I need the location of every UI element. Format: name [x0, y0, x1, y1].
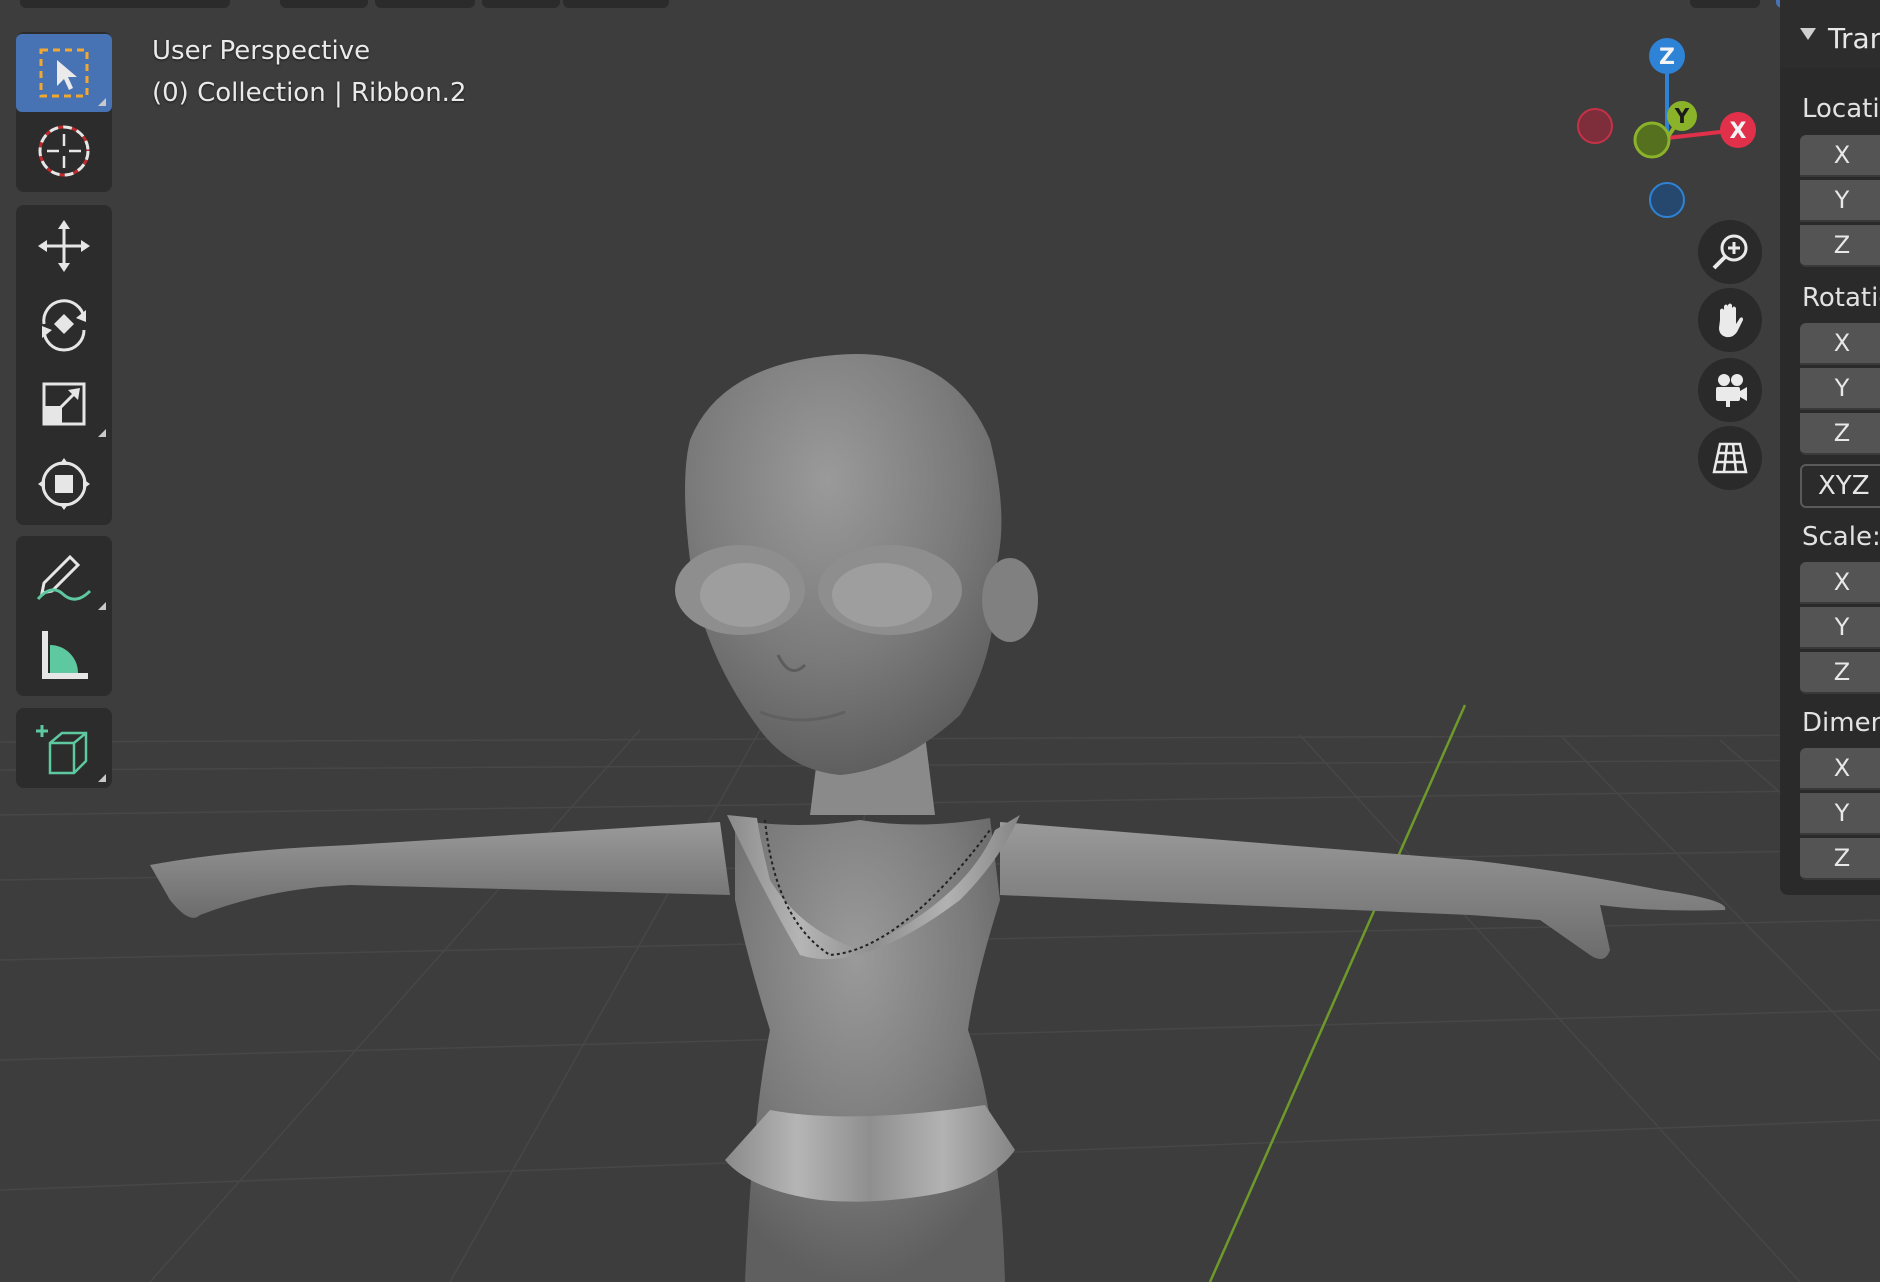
rotation-y-field[interactable]: Y: [1800, 368, 1880, 410]
add-cube-tool[interactable]: [16, 710, 112, 788]
ortho-toggle-button[interactable]: [1698, 426, 1762, 490]
measure-ruler-icon: [42, 631, 88, 679]
zoom-button[interactable]: [1698, 220, 1762, 284]
header-tab[interactable]: [563, 0, 669, 8]
cursor-icon: [38, 125, 90, 177]
camera-view-button[interactable]: [1698, 358, 1762, 422]
location-label: Locatio: [1802, 94, 1880, 124]
scale-tool[interactable]: [16, 365, 112, 443]
location-x-field[interactable]: X: [1800, 135, 1880, 177]
dimensions-z-field[interactable]: Z: [1800, 838, 1880, 880]
toolbar-group-annotate: [16, 536, 112, 696]
panel-title: Tran: [1828, 22, 1880, 55]
dimensions-y-field[interactable]: Y: [1800, 793, 1880, 835]
camera-icon: [1716, 374, 1747, 407]
header-tab[interactable]: [482, 0, 560, 8]
rotation-x-field[interactable]: X: [1800, 323, 1880, 365]
measure-tool[interactable]: [16, 616, 112, 694]
properties-sidebar: Tran Locatio X Y Z Rotatio X Y Z XYZ E S…: [1780, 0, 1880, 895]
dimensions-x-field[interactable]: X: [1800, 748, 1880, 790]
select-box-icon: [39, 48, 89, 98]
scale-label: Scale:: [1802, 522, 1880, 552]
annotate-tool[interactable]: [16, 538, 112, 616]
viewport-subtitle: (0) Collection | Ribbon.2: [152, 78, 467, 108]
gizmo-y-label: Y: [1674, 104, 1690, 128]
header-tab[interactable]: [1690, 0, 1760, 8]
gizmo-x-label: X: [1730, 119, 1747, 144]
scale-icon: [42, 382, 86, 426]
gizmo-z-label: Z: [1659, 45, 1675, 70]
rotation-mode-dropdown[interactable]: XYZ E: [1800, 464, 1880, 508]
move-arrows-icon: [38, 220, 90, 272]
header-tab[interactable]: [280, 0, 368, 8]
header-tab[interactable]: [375, 0, 475, 8]
transform-panel-header[interactable]: Tran: [1780, 0, 1880, 68]
grid-ortho-icon: [1712, 442, 1748, 474]
transform-icon: [38, 458, 90, 510]
cursor-tool[interactable]: [16, 112, 112, 190]
3d-viewport[interactable]: User Perspective (0) Collection | Ribbon…: [0, 0, 1880, 1282]
location-z-field[interactable]: Z: [1800, 225, 1880, 267]
rotation-label: Rotatio: [1802, 283, 1880, 313]
navigation-gizmo[interactable]: Y Z X: [1570, 30, 1770, 230]
toolbar-group-transform: [16, 205, 112, 525]
toolbar-group-add: [16, 708, 112, 788]
rotate-tool[interactable]: [16, 285, 112, 363]
dimensions-label: Dimen: [1802, 708, 1880, 738]
rotation-z-field[interactable]: Z: [1800, 413, 1880, 455]
annotate-pencil-icon: [36, 554, 92, 601]
rotate-icon: [42, 299, 86, 352]
hand-pan-icon: [1719, 303, 1743, 338]
select-box-tool[interactable]: [16, 34, 112, 112]
add-cube-icon: [36, 725, 88, 775]
scale-y-field[interactable]: Y: [1800, 607, 1880, 649]
zoom-icon: [1712, 234, 1748, 270]
transform-tool[interactable]: [16, 445, 112, 523]
character-model: [150, 354, 1726, 1282]
scale-z-field[interactable]: Z: [1800, 652, 1880, 694]
viewport-title: User Perspective: [152, 36, 371, 66]
y-axis-line: [1208, 704, 1467, 1282]
toolbar-group-select: [16, 32, 112, 192]
scale-x-field[interactable]: X: [1800, 562, 1880, 604]
move-tool[interactable]: [16, 207, 112, 285]
pan-button[interactable]: [1698, 288, 1762, 352]
location-y-field[interactable]: Y: [1800, 180, 1880, 222]
header-tab[interactable]: [20, 0, 230, 8]
collapse-arrow-icon[interactable]: [1800, 28, 1816, 40]
